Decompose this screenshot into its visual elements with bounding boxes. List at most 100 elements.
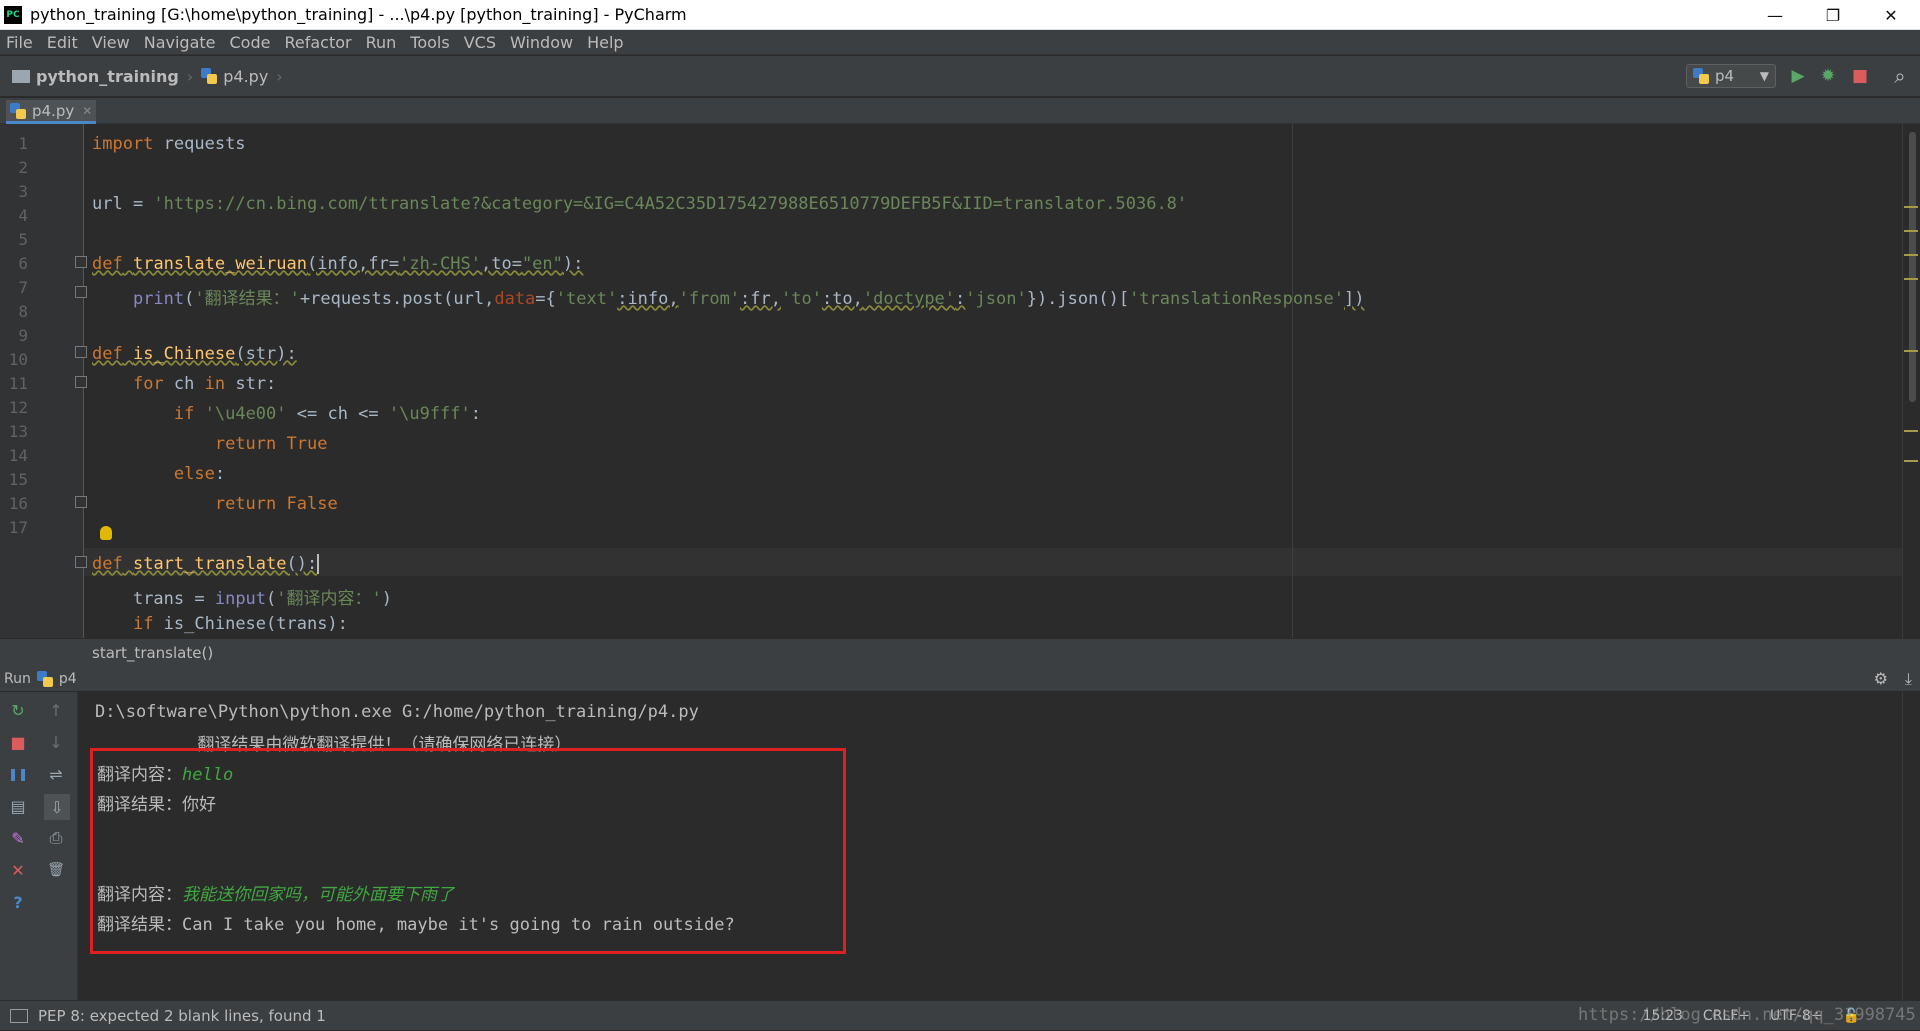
menu-file[interactable]: File xyxy=(6,33,33,52)
line-number: 2 xyxy=(18,158,28,177)
string-literal: 'https://cn.bing.com/ttranslate?&categor… xyxy=(153,194,1188,214)
line-number: 15 xyxy=(8,470,28,489)
string-literal: '翻译结果：' xyxy=(194,289,300,309)
restore-layout-icon[interactable]: ▤ xyxy=(8,796,28,816)
menu-refactor[interactable]: Refactor xyxy=(284,33,351,52)
warning-stripe[interactable] xyxy=(1904,230,1918,232)
close-window-button[interactable]: ✕ xyxy=(1862,0,1920,30)
run-configuration-select[interactable]: p4 ▼ xyxy=(1686,64,1776,88)
code-text: : xyxy=(470,404,482,424)
line-number: 7 xyxy=(18,278,28,297)
navigation-bar: python_training › p4.py › p4 ▼ ▶ ✹ ■ ⌕ xyxy=(0,56,1920,97)
line-number-gutter: 1 2 3 4 5 6 7 8 9 10 11 12 13 14 15 16 1… xyxy=(0,124,87,638)
warning-stripe[interactable] xyxy=(1904,206,1918,208)
scrollbar-thumb[interactable] xyxy=(1909,132,1916,402)
status-message[interactable]: PEP 8: expected 2 blank lines, found 1 xyxy=(38,1007,326,1025)
keyword-if: if xyxy=(173,404,195,424)
red-highlight-box xyxy=(90,748,846,954)
run-console[interactable]: D:\software\Python\python.exe G:/home/py… xyxy=(78,692,1920,1000)
trash-icon[interactable]: 🗑 xyxy=(46,860,66,880)
fold-marker[interactable] xyxy=(75,376,87,388)
menu-vcs[interactable]: VCS xyxy=(464,33,496,52)
hide-panel-icon[interactable]: ⤓ xyxy=(1905,669,1912,689)
code-text: str: xyxy=(225,374,277,394)
line-number: 1 xyxy=(18,134,28,153)
warning-stripe[interactable] xyxy=(1904,350,1918,352)
breadcrumb-file[interactable]: p4.py xyxy=(201,67,268,86)
help-icon[interactable]: ? xyxy=(8,892,28,912)
keyword-def: def xyxy=(92,254,123,274)
arrow-up-icon[interactable]: ↑ xyxy=(46,700,66,720)
keyword-def: def xyxy=(92,344,123,364)
menu-edit[interactable]: Edit xyxy=(47,33,78,52)
keyword-if: if xyxy=(132,614,154,634)
menu-code[interactable]: Code xyxy=(230,33,271,52)
string-literal: '\u4e00' xyxy=(204,404,287,424)
menu-run[interactable]: Run xyxy=(366,33,397,52)
pin-tab-icon[interactable]: ✎ xyxy=(8,828,28,848)
code-text: : xyxy=(214,464,226,484)
minimize-button[interactable]: — xyxy=(1746,0,1804,30)
arrow-down-icon[interactable]: ↓ xyxy=(46,732,66,752)
rerun-icon[interactable]: ↻ xyxy=(8,700,28,720)
fold-marker[interactable] xyxy=(75,256,87,268)
close-icon[interactable]: ✕ xyxy=(8,860,28,880)
file-name: p4.py xyxy=(223,66,269,86)
function-name: translate_weiruan xyxy=(132,254,307,274)
editor-context-breadcrumb: start_translate() xyxy=(0,638,1920,666)
warning-stripe[interactable] xyxy=(1904,278,1918,280)
close-tab-icon[interactable]: ✕ xyxy=(82,104,92,118)
run-panel-label: Run xyxy=(4,670,31,687)
code-editor[interactable]: 1 2 3 4 5 6 7 8 9 10 11 12 13 14 15 16 1… xyxy=(0,124,1920,638)
fold-marker[interactable] xyxy=(75,286,87,298)
tool-window-toggle-icon[interactable] xyxy=(10,1008,28,1023)
stop-button[interactable]: ■ xyxy=(1850,66,1870,86)
pause-icon[interactable]: ❚❚ xyxy=(8,764,28,784)
string-literal: 'to' xyxy=(781,289,822,309)
fold-marker[interactable] xyxy=(75,346,87,358)
menu-navigate[interactable]: Navigate xyxy=(144,33,216,52)
fold-marker[interactable] xyxy=(75,556,87,568)
run-panel-config[interactable]: p4 xyxy=(59,671,77,687)
menu-window[interactable]: Window xyxy=(510,33,573,52)
editor-scrollbar[interactable] xyxy=(1902,124,1920,638)
menu-tools[interactable]: Tools xyxy=(410,33,449,52)
code-text: :to, xyxy=(821,289,863,309)
debug-button[interactable]: ✹ xyxy=(1818,66,1838,86)
soft-wrap-icon[interactable]: ⇌ xyxy=(46,764,66,784)
string-literal: '\u9fff' xyxy=(388,404,471,424)
warning-stripe[interactable] xyxy=(1904,430,1918,432)
tab-p4-py[interactable]: p4.py ✕ xyxy=(6,100,96,124)
stop-icon[interactable]: ■ xyxy=(8,732,28,752)
line-number: 3 xyxy=(18,182,28,201)
gear-icon[interactable]: ⚙ xyxy=(1874,669,1888,688)
scroll-to-end-icon[interactable]: ⇩ xyxy=(44,794,70,820)
console-scrollbar[interactable] xyxy=(1902,692,1920,1000)
menu-help[interactable]: Help xyxy=(587,33,623,52)
search-everywhere-button[interactable]: ⌕ xyxy=(1890,64,1910,88)
menu-view[interactable]: View xyxy=(92,33,130,52)
current-function[interactable]: start_translate() xyxy=(92,644,213,662)
code-text: ): xyxy=(562,254,584,274)
builtin-print: print xyxy=(132,289,185,309)
print-icon[interactable]: ⎙ xyxy=(46,828,66,848)
breadcrumb-separator: › xyxy=(186,66,194,86)
code-text: (): xyxy=(286,554,318,574)
warning-stripe[interactable] xyxy=(1904,254,1918,256)
fold-marker[interactable] xyxy=(75,496,87,508)
restore-button[interactable]: ❐ xyxy=(1804,0,1862,30)
code-text: is_Chinese(trans): xyxy=(153,614,348,634)
code-line-17: if is_Chinese(trans): xyxy=(92,614,348,634)
code-line-9: for ch in str: xyxy=(92,374,276,394)
code-text: :info, xyxy=(617,289,679,309)
menu-bar: File Edit View Navigate Code Refactor Ru… xyxy=(0,30,1920,55)
lightbulb-icon[interactable] xyxy=(100,526,112,540)
breadcrumb-project[interactable]: python_training xyxy=(12,67,179,86)
run-button[interactable]: ▶ xyxy=(1788,66,1808,86)
code-text: ]) xyxy=(1344,289,1365,309)
warning-stripe[interactable] xyxy=(1904,460,1918,462)
